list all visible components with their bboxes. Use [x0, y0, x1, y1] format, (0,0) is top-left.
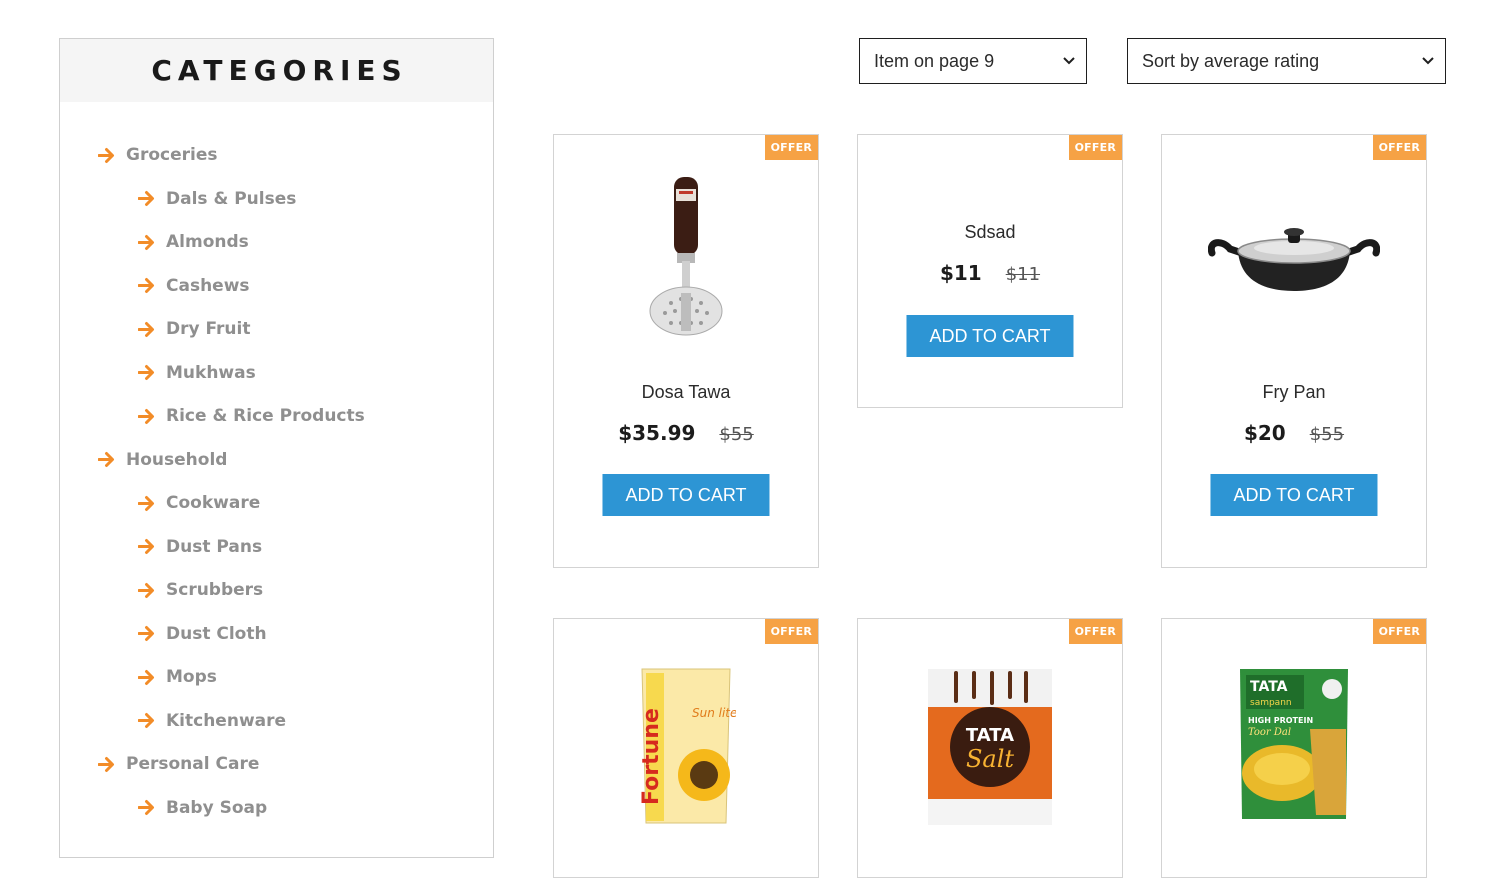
arrow-right-icon: [138, 191, 154, 206]
arrow-right-icon: [138, 800, 154, 815]
arrow-right-icon: [138, 495, 154, 511]
arrow-right-icon: [98, 452, 114, 467]
dal-pack-icon: TATA sampann HIGH PROTEIN Toor Dal: [1240, 669, 1348, 819]
arrow-right-icon: [98, 756, 114, 772]
svg-text:sampann: sampann: [1250, 698, 1292, 708]
svg-text:TATA: TATA: [966, 725, 1014, 746]
add-to-cart-button[interactable]: ADD TO CART: [602, 474, 770, 516]
arrow-right-icon: [138, 539, 154, 554]
category-label: Mops: [166, 667, 217, 687]
sale-price: $11: [939, 261, 982, 285]
category-label: Cookware: [166, 493, 261, 513]
sort-select[interactable]: Sort by average rating: [1127, 38, 1446, 84]
category-item[interactable]: Almonds: [138, 227, 249, 257]
category-item[interactable]: Dust Cloth: [138, 619, 267, 649]
add-to-cart-button[interactable]: ADD TO CART: [906, 315, 1074, 357]
original-price: $55: [719, 424, 754, 445]
categories-sidebar: CATEGORIES Groceries Dals & Pulses Almonds…: [59, 38, 494, 858]
category-label: Household: [126, 449, 228, 470]
category-label: Cashews: [166, 275, 250, 296]
arrow-right-icon: [138, 234, 154, 250]
offer-badge: OFFER: [1068, 619, 1122, 644]
sidebar-title: CATEGORIES: [151, 54, 408, 87]
sale-price: $35.99: [618, 421, 696, 445]
items-per-page-value: Item on page 9: [874, 50, 995, 71]
add-to-cart-button[interactable]: ADD TO CART: [1210, 474, 1378, 516]
offer-badge: OFFER: [1372, 619, 1426, 644]
oil-pouch-icon: Fortune Sun lite: [639, 668, 736, 824]
arrow-right-icon: [138, 669, 154, 685]
salt-pack-icon: TATA Salt: [928, 669, 1052, 825]
sidebar-header: CATEGORIES: [60, 39, 493, 102]
product-card: OFFER Dosa Tawa $35.99 $55 ADD TO CART: [553, 134, 819, 568]
price-row: $11 $11: [858, 261, 1122, 285]
category-label: Dals & Pulses: [166, 188, 297, 209]
category-item[interactable]: Personal Care: [98, 749, 259, 779]
sort-value: Sort by average rating: [1142, 50, 1320, 71]
svg-text:Fortune: Fortune: [639, 708, 664, 805]
category-item[interactable]: Mukhwas: [138, 358, 256, 388]
category-label: Almonds: [166, 232, 249, 252]
category-item[interactable]: Groceries: [98, 140, 217, 170]
category-item[interactable]: Scrubbers: [138, 575, 263, 605]
chevron-down-icon: [1063, 57, 1075, 65]
category-label: Kitchenware: [166, 710, 287, 731]
sale-price: $20: [1243, 421, 1286, 445]
svg-text:Sun lite: Sun lite: [692, 706, 736, 720]
price-row: $20 $55: [1162, 421, 1426, 445]
product-card: OFFER Sdsad $11 $11 ADD TO CART: [857, 134, 1123, 408]
category-label: Rice & Rice Products: [166, 406, 365, 426]
category-label: Mukhwas: [166, 362, 256, 383]
offer-badge: OFFER: [764, 619, 818, 644]
category-item[interactable]: Mops: [138, 662, 217, 692]
svg-text:Salt: Salt: [966, 745, 1014, 773]
category-label: Baby Soap: [166, 797, 268, 818]
arrow-right-icon: [138, 713, 154, 728]
product-card: OFFER Fry Pan $20 $55 ADD TO CART: [1161, 134, 1427, 568]
svg-text:HIGH PROTEIN: HIGH PROTEIN: [1248, 716, 1313, 725]
category-item[interactable]: Baby Soap: [138, 793, 267, 823]
category-item[interactable]: Dust Pans: [138, 532, 262, 562]
category-label: Groceries: [126, 145, 218, 165]
product-name[interactable]: Dosa Tawa: [554, 382, 818, 403]
category-item[interactable]: Cookware: [138, 488, 260, 518]
items-per-page-select[interactable]: Item on page 9: [859, 38, 1087, 84]
kadai-pan-icon: [1208, 228, 1380, 291]
offer-badge: OFFER: [1372, 135, 1426, 160]
category-item[interactable]: Dals & Pulses: [138, 184, 296, 214]
category-item[interactable]: Dry Fruit: [138, 314, 250, 344]
product-card: OFFER TATA sampann HIGH PROTEIN Toor Dal: [1161, 618, 1427, 878]
offer-badge: OFFER: [764, 135, 818, 160]
category-item[interactable]: Household: [98, 445, 227, 475]
product-card: OFFER TATA Salt: [857, 618, 1123, 878]
product-name[interactable]: Fry Pan: [1162, 382, 1426, 403]
category-label: Dust Pans: [166, 536, 263, 557]
arrow-right-icon: [138, 582, 154, 598]
chevron-down-icon: [1422, 57, 1434, 65]
arrow-right-icon: [138, 278, 154, 293]
category-label: Scrubbers: [166, 580, 264, 600]
original-price: $11: [1005, 264, 1041, 285]
arrow-right-icon: [138, 626, 154, 641]
arrow-right-icon: [138, 408, 154, 424]
category-label: Dry Fruit: [166, 319, 251, 339]
category-item[interactable]: Rice & Rice Products: [138, 401, 365, 431]
arrow-right-icon: [138, 321, 154, 337]
arrow-right-icon: [138, 365, 154, 380]
original-price: $55: [1309, 424, 1345, 445]
potato-masher-icon: [649, 177, 723, 336]
category-item[interactable]: Cashews: [138, 271, 250, 301]
category-label: Dust Cloth: [166, 623, 267, 644]
svg-text:Toor Dal: Toor Dal: [1248, 727, 1291, 738]
svg-text:TATA: TATA: [1250, 679, 1288, 695]
price-row: $35.99 $55: [554, 421, 818, 445]
category-item[interactable]: Kitchenware: [138, 706, 286, 736]
category-label: Personal Care: [126, 754, 260, 774]
offer-badge: OFFER: [1068, 135, 1122, 160]
arrow-right-icon: [98, 147, 114, 163]
product-name[interactable]: Sdsad: [858, 222, 1122, 243]
product-card: OFFER Fortune Sun lite: [553, 618, 819, 878]
